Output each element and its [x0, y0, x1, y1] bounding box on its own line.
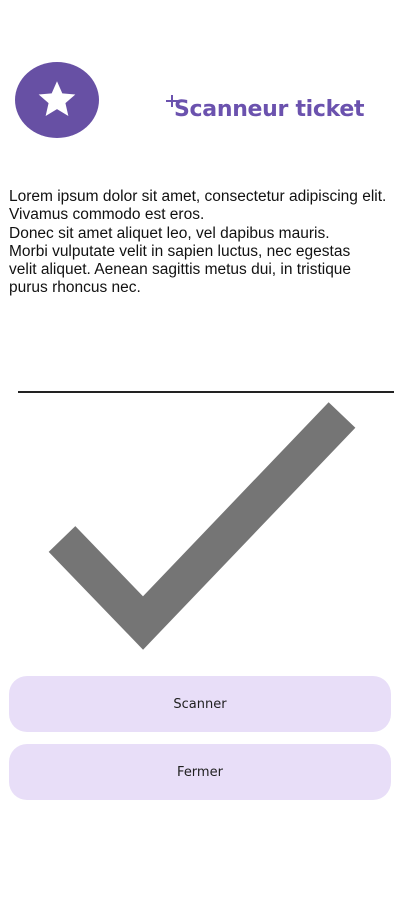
description-line: Donec sit amet aliquet leo, vel dapibus … — [9, 224, 330, 242]
description-line: Lorem ipsum dolor sit amet, consectetur … — [9, 188, 387, 205]
app-logo — [15, 62, 99, 138]
description-line: velit aliquet. Aenean sagittis metus dui… — [9, 261, 352, 279]
checkmark-icon — [48, 402, 356, 650]
close-button[interactable]: Fermer — [9, 744, 391, 800]
page-header: Scanneur ticket — [165, 92, 365, 126]
description-line: Morbi vulputate velit in sapien luctus, … — [9, 242, 351, 260]
plus-icon — [166, 95, 178, 107]
description-text: Lorem ipsum dolor sit amet, consectetur … — [9, 188, 409, 298]
divider — [18, 391, 394, 393]
description-line: purus rhoncus nec. — [9, 279, 141, 297]
page-title: Scanneur ticket — [174, 96, 365, 122]
scan-button[interactable]: Scanner — [9, 676, 391, 732]
description-line: Vivamus commodo est eros. — [9, 206, 205, 224]
star-icon — [38, 81, 76, 116]
